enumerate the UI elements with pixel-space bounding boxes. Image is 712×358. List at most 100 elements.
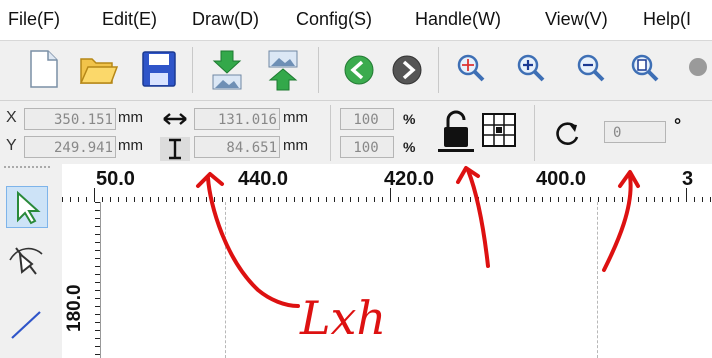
ruler-tick <box>95 306 100 307</box>
propbar-separator <box>534 105 535 161</box>
tool-strip-grip[interactable] <box>4 166 50 174</box>
horizontal-ruler: 50.0 440.0 420.0 400.0 3 <box>62 164 712 203</box>
forward-button[interactable] <box>388 49 426 89</box>
ruler-tick <box>95 234 100 235</box>
menu-help[interactable]: Help(I <box>643 9 691 30</box>
drawing-canvas[interactable] <box>101 202 712 358</box>
export-button[interactable] <box>264 49 302 91</box>
page-guide-line <box>597 202 598 358</box>
x-label: X <box>6 109 17 126</box>
ruler-tick <box>95 354 100 355</box>
ruler-tick <box>95 258 100 259</box>
scale-y-percent: % <box>403 139 416 155</box>
more-tools-button[interactable] <box>684 49 712 89</box>
select-arrow-icon <box>17 190 41 225</box>
forward-arrow-icon <box>392 55 422 85</box>
export-icon <box>268 50 298 91</box>
page-guide-line <box>225 202 226 358</box>
zoom-out-button[interactable] <box>572 49 610 89</box>
ruler-tick <box>95 274 100 275</box>
toolbar-separator <box>318 47 319 93</box>
open-folder-button[interactable] <box>78 49 119 89</box>
back-arrow-icon <box>344 55 374 85</box>
ruler-tick <box>95 298 100 299</box>
ruler-label-420: 420.0 <box>384 168 435 190</box>
ruler-label-50: 50.0 <box>96 168 135 190</box>
ruler-label-180: 180.0 <box>64 284 85 332</box>
scale-x-field[interactable]: 100 <box>340 108 394 130</box>
ruler-tick <box>95 314 100 315</box>
import-button[interactable] <box>208 49 246 90</box>
y-unit-label: mm <box>118 137 143 154</box>
y-position-field[interactable]: 249.941 <box>24 136 116 158</box>
ruler-tick <box>95 210 100 211</box>
zoom-out-icon <box>577 54 605 82</box>
ruler-tick <box>95 290 100 291</box>
menu-draw[interactable]: Draw(D) <box>192 9 259 30</box>
ruler-tick <box>95 330 100 331</box>
ruler-tick <box>390 188 391 202</box>
select-tool-button[interactable] <box>6 186 48 228</box>
menu-bar: File(F) Edit(E) Draw(D) Config(S) Handle… <box>0 0 712 40</box>
scale-y-field[interactable]: 100 <box>340 136 394 158</box>
rotation-angle-field[interactable]: 0 <box>604 121 666 143</box>
propbar-separator <box>330 105 331 161</box>
ruler-tick <box>95 338 100 339</box>
toolbar-separator <box>438 47 439 93</box>
ruler-label-440: 440.0 <box>238 168 289 190</box>
reference-grid-icon <box>482 113 516 147</box>
ruler-tick <box>95 218 100 219</box>
property-bar: X Y 350.151 249.941 mm mm 131.016 84.651… <box>0 100 712 165</box>
rotate-icon <box>556 122 579 145</box>
import-icon <box>212 50 242 90</box>
vertical-resize-icon <box>169 138 181 160</box>
x-unit-label: mm <box>118 109 143 126</box>
scale-x-percent: % <box>403 111 416 127</box>
zoom-page-icon <box>631 54 659 82</box>
height-field[interactable]: 84.651 <box>194 136 280 158</box>
save-button[interactable] <box>140 49 178 89</box>
x-position-field[interactable]: 350.151 <box>24 108 116 130</box>
ruler-tick <box>95 226 100 227</box>
ruler-tick <box>686 188 687 202</box>
menu-handle[interactable]: Handle(W) <box>415 9 501 30</box>
save-icon <box>142 51 176 87</box>
new-file-icon <box>30 50 58 88</box>
width-unit-label: mm <box>283 109 308 126</box>
open-folder-icon <box>79 58 119 84</box>
aspect-lock-button[interactable] <box>436 109 476 153</box>
zoom-page-button[interactable] <box>626 49 664 89</box>
line-tool-button[interactable] <box>6 304 46 344</box>
tool-strip <box>0 164 62 358</box>
menu-view[interactable]: View(V) <box>545 9 608 30</box>
ruler-tick <box>94 188 95 202</box>
toolbar-separator <box>192 47 193 93</box>
zoom-fit-button[interactable] <box>452 49 490 89</box>
ruler-tick <box>95 282 100 283</box>
menu-file[interactable]: File(F) <box>8 9 60 30</box>
ruler-tick <box>95 242 100 243</box>
line-icon <box>11 311 41 339</box>
reference-point-button[interactable] <box>482 113 516 147</box>
ruler-tick <box>95 202 100 203</box>
ruler-label-380: 3 <box>682 168 694 190</box>
horizontal-resize-icon <box>163 113 187 125</box>
degree-symbol: ° <box>674 115 682 135</box>
width-field[interactable]: 131.016 <box>194 108 280 130</box>
vertical-ruler: 180.0 <box>62 202 101 358</box>
width-lock-button[interactable] <box>160 107 190 131</box>
y-label: Y <box>6 137 17 154</box>
menu-edit[interactable]: Edit(E) <box>102 9 157 30</box>
menu-config[interactable]: Config(S) <box>296 9 372 30</box>
zoom-fit-icon <box>457 54 485 82</box>
height-lock-button[interactable] <box>160 137 190 161</box>
main-toolbar <box>0 40 712 101</box>
node-edit-icon <box>9 247 43 275</box>
new-file-button[interactable] <box>24 49 62 89</box>
node-edit-tool-button[interactable] <box>6 240 46 280</box>
padlock-open-icon <box>438 110 474 152</box>
back-button[interactable] <box>340 49 378 89</box>
gear-icon <box>689 58 707 76</box>
rotate-button[interactable] <box>552 119 582 149</box>
zoom-in-button[interactable] <box>512 49 550 89</box>
